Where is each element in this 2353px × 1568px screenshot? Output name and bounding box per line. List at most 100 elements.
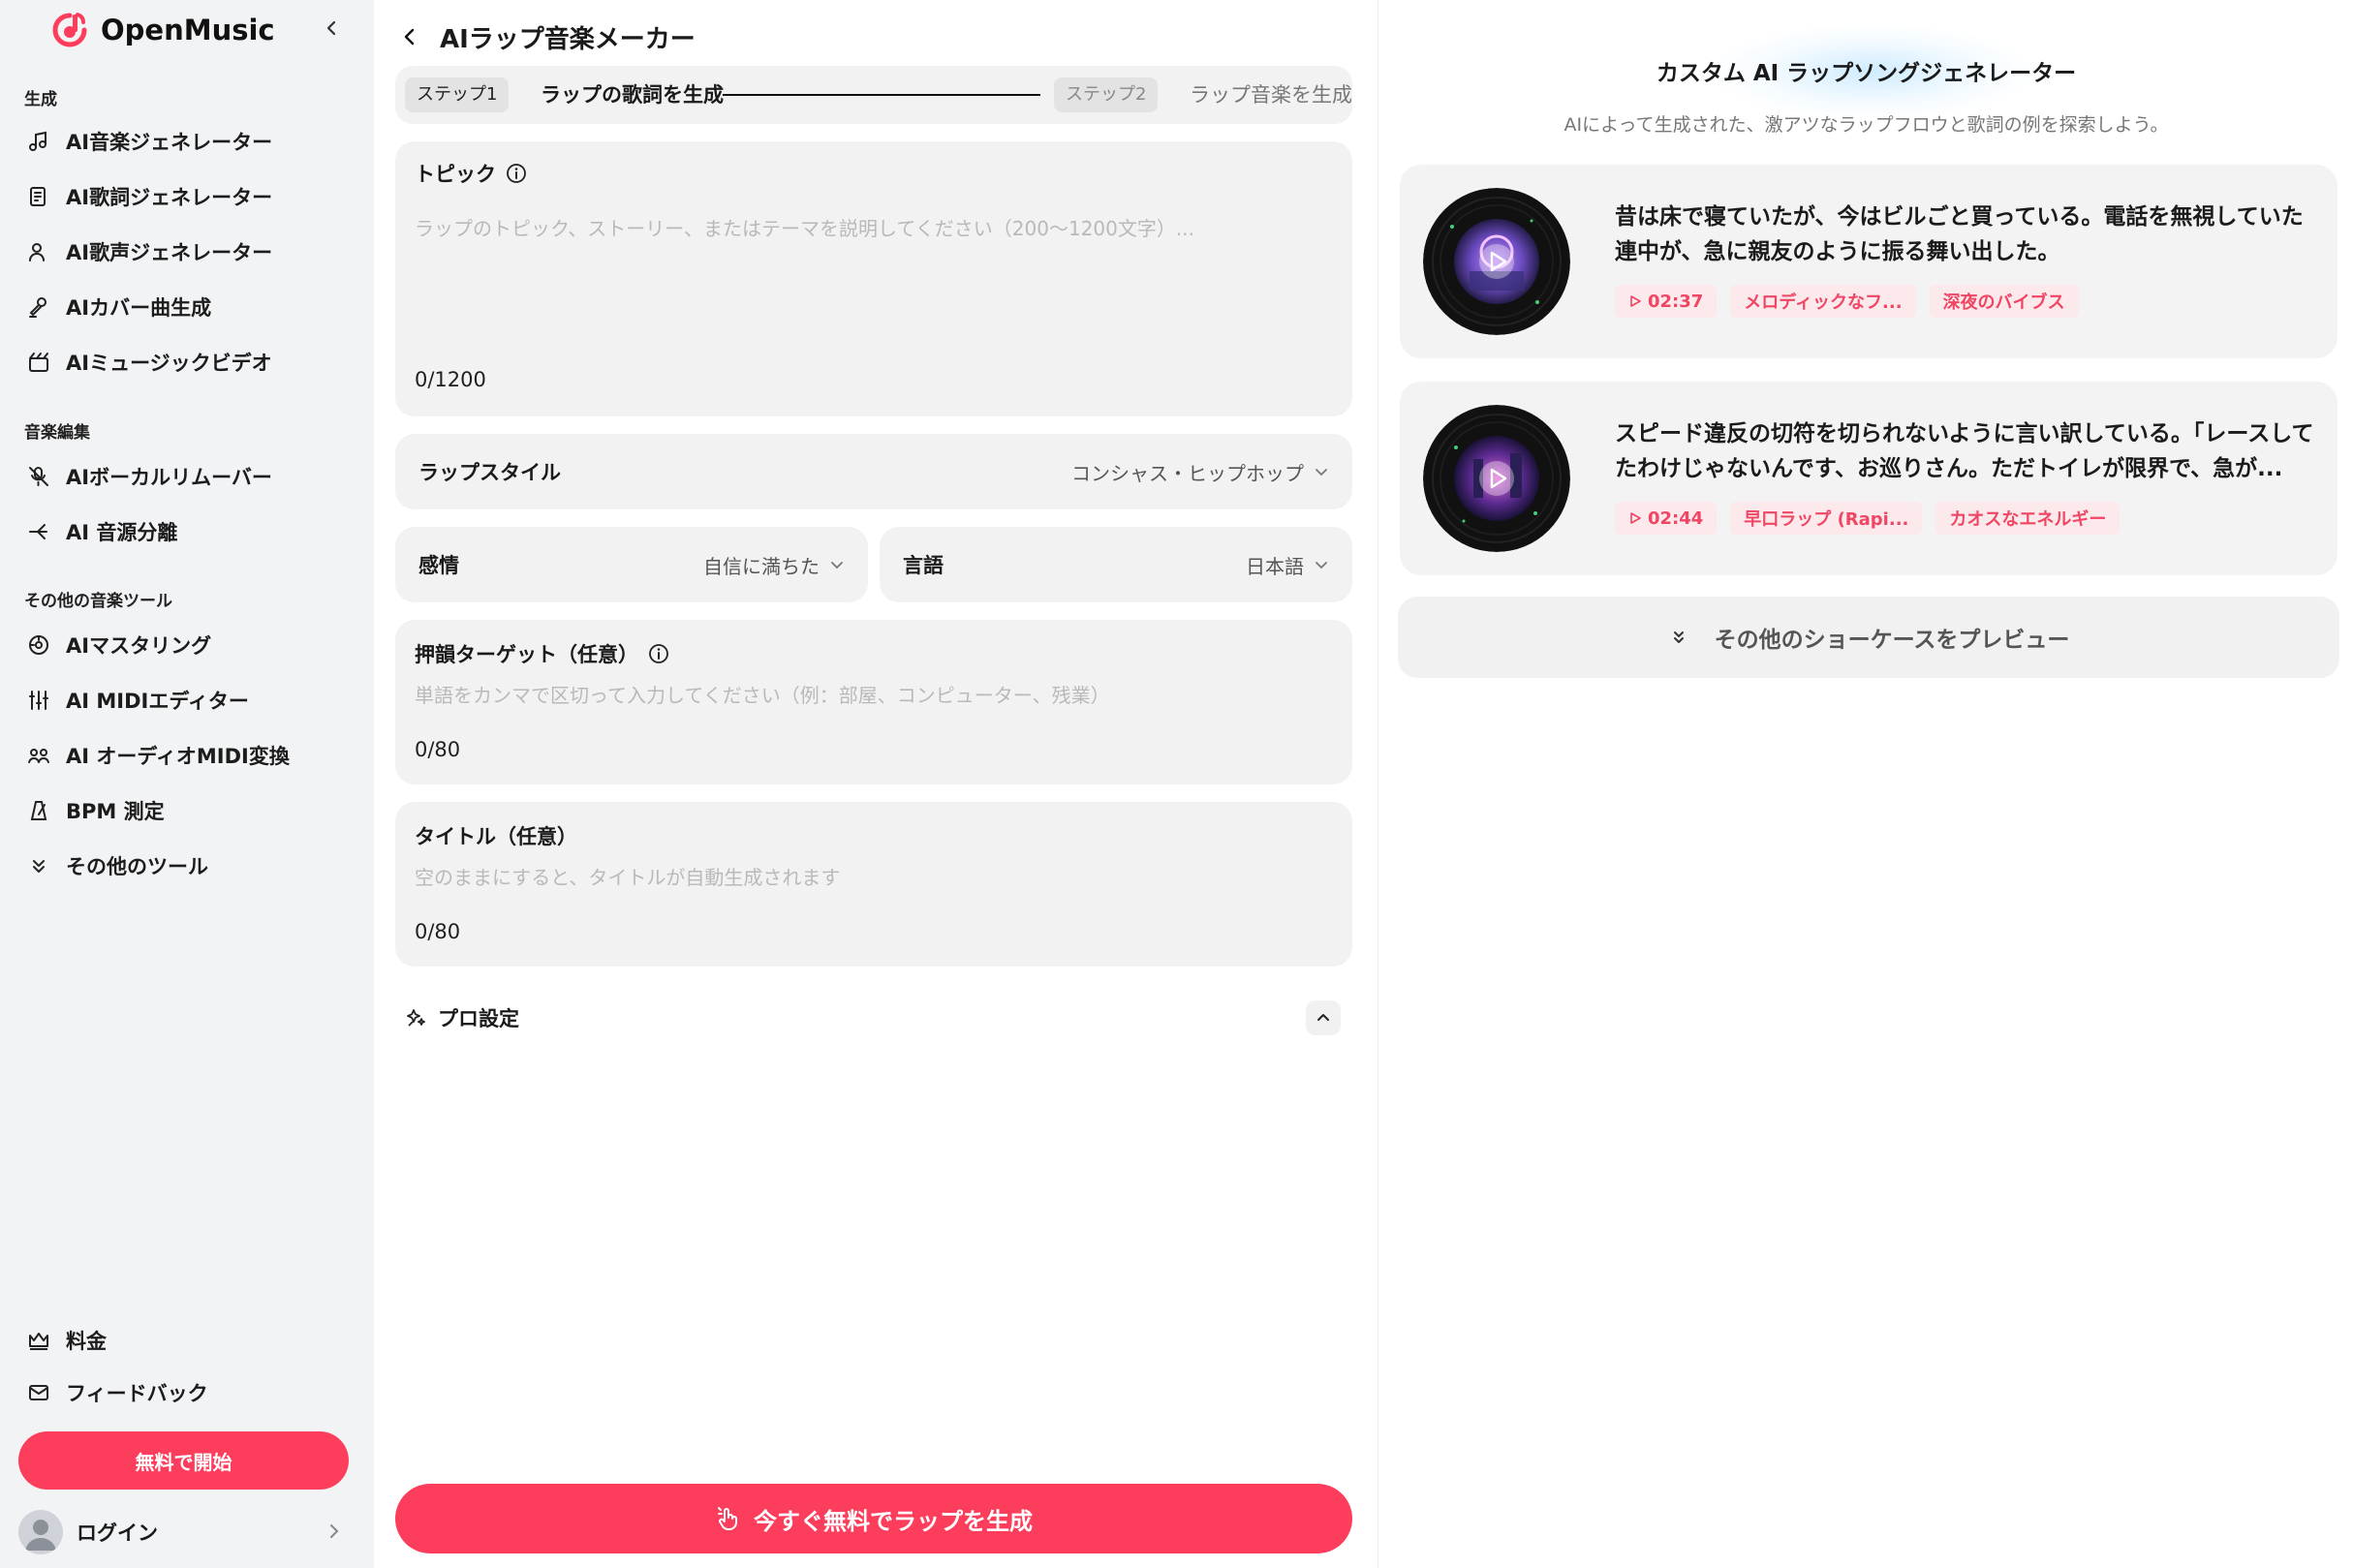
rap-style-value: コンシャス・ヒップホップ (1071, 461, 1304, 485)
album-disc[interactable] (1423, 188, 1570, 335)
section-other: その他の音楽ツール (24, 592, 172, 611)
rhyme-target-label: 押韻ターゲット（任意） (415, 643, 638, 666)
sidebar-item-pricing[interactable]: 料金 (19, 1317, 349, 1364)
sidebar-item-audio-midi[interactable]: AI オーディオMIDI変換 (19, 732, 349, 779)
rap-form-panel: AIラップ音楽メーカー ステップ1 ラップの歌詞を生成 ステップ2 ラップ音楽を… (374, 0, 1378, 1568)
album-disc[interactable] (1423, 405, 1570, 552)
crown-icon (23, 1325, 54, 1356)
sidebar-item-ai-voice[interactable]: AI歌声ジェネレーター (19, 229, 349, 275)
start-free-button[interactable]: 無料で開始 (18, 1431, 349, 1490)
play-outline-icon (1628, 511, 1642, 525)
sidebar-item-more-tools[interactable]: その他のツール (19, 843, 349, 889)
title-field[interactable]: タイトル（任意） 空のままにすると、タイトルが自動生成されます 0/80 (395, 802, 1352, 967)
showcase-title: カスタム AI ラップソングジェネレーター (1656, 61, 2077, 86)
brand-logo[interactable]: OpenMusic (50, 8, 275, 52)
avatar (18, 1510, 63, 1554)
step-connector (723, 94, 1040, 96)
showcase-panel: カスタム AI ラップソングジェネレーター AIによって生成された、激アツなラッ… (1378, 0, 2353, 1568)
sidebar-item-ai-music-video[interactable]: AIミュージックビデオ (19, 339, 349, 385)
collapse-sidebar-icon[interactable] (318, 14, 347, 43)
preview-more-label: その他のショーケースをプレビュー (1714, 628, 2070, 653)
generate-rap-button[interactable]: 今すぐ無料でラップを生成 (395, 1484, 1352, 1553)
openmusic-logo-icon (50, 11, 89, 49)
cover-icon (23, 292, 54, 323)
rhyme-target-field[interactable]: 押韻ターゲット（任意） 単語をカンマで区切って入力してください（例：部屋、コンピ… (395, 620, 1352, 784)
stepper: ステップ1 ラップの歌詞を生成 ステップ2 ラップ音楽を生成 (395, 66, 1352, 124)
sparkles-icon (405, 1006, 428, 1030)
info-icon[interactable] (506, 163, 527, 184)
login-label: ログイン (77, 1522, 158, 1545)
chevron-right-icon (325, 1522, 343, 1540)
topic-label: トピック (415, 163, 496, 186)
rap-style-select[interactable]: ラップスタイル コンシャス・ヒップホップ (395, 434, 1352, 509)
song-title: スピード違反の切符を切られないように言い訳している。「レースしてたわけじゃないん… (1615, 421, 2314, 481)
showcase-subtitle: AIによって生成された、激アツなラップフロウと歌詞の例を探索しよう。 (1564, 114, 2169, 136)
step2-badge[interactable]: ステップ2 (1054, 77, 1159, 112)
rap-style-label: ラップスタイル (418, 461, 561, 484)
section-edit: 音楽編集 (24, 423, 90, 443)
sidebar-item-bpm[interactable]: BPM 測定 (19, 787, 349, 834)
mastering-icon (23, 630, 54, 661)
pro-settings-row[interactable]: プロ設定 (395, 996, 1352, 1040)
emotion-value: 自信に満ちた (703, 554, 820, 578)
song-card[interactable]: スピード違反の切符を切られないように言い訳している。「レースしてたわけじゃないん… (1400, 382, 2338, 575)
metronome-icon (23, 795, 54, 826)
audio-midi-icon (23, 740, 54, 771)
sidebar-item-mastering[interactable]: AIマスタリング (19, 622, 349, 668)
duration-badge: 02:37 (1615, 285, 1718, 318)
sidebar-item-ai-music[interactable]: AI音楽ジェネレーター (19, 118, 349, 165)
generate-rap-label: 今すぐ無料でラップを生成 (754, 1507, 1033, 1535)
brand-name: OpenMusic (101, 14, 275, 46)
stem-split-icon (23, 516, 54, 547)
rhyme-target-counter: 0/80 (415, 738, 461, 761)
chevrons-down-icon (1668, 627, 1689, 648)
rhyme-target-placeholder: 単語をカンマで区切って入力してください（例：部屋、コンピューター、残業） (415, 684, 1110, 707)
sidebar-item-stem-split[interactable]: AI 音源分離 (19, 508, 349, 555)
language-value: 日本語 (1246, 554, 1304, 578)
emotion-label: 感情 (418, 554, 459, 577)
info-icon[interactable] (648, 643, 669, 664)
language-label: 言語 (903, 554, 944, 577)
login-row[interactable]: ログイン (18, 1509, 349, 1555)
video-icon (23, 347, 54, 378)
sidebar-item-midi-editor[interactable]: AI MIDIエディター (19, 677, 349, 723)
page-header: AIラップ音楽メーカー (399, 17, 696, 56)
genre-tag: 早口ラップ (Rapi... (1730, 502, 1923, 535)
section-generate: 生成 (24, 90, 57, 109)
chevron-down-icon (829, 557, 845, 572)
lyrics-icon (23, 181, 54, 212)
step1-badge[interactable]: ステップ1 (405, 77, 510, 112)
vocal-remover-icon (23, 461, 54, 492)
sidebar-item-ai-cover[interactable]: AIカバー曲生成 (19, 284, 349, 330)
song-card[interactable]: 昔は床で寝ていたが、今はビルごと買っている。電話を無視していた連中が、急に親友の… (1400, 165, 2338, 358)
mood-tag: カオスなエネルギー (1935, 502, 2121, 535)
chevron-down-icon (1314, 557, 1329, 572)
duration-badge: 02:44 (1615, 502, 1718, 535)
title-label: タイトル（任意） (415, 825, 577, 848)
chevrons-down-icon (23, 850, 54, 881)
topic-placeholder: ラップのトピック、ストーリー、またはテーマを説明してください（200〜1200文… (415, 217, 1194, 240)
back-arrow-icon[interactable] (399, 26, 420, 47)
topic-field[interactable]: トピック ラップのトピック、ストーリー、またはテーマを説明してください（200〜… (395, 141, 1352, 416)
step2-label[interactable]: ラップ音楽を生成 (1190, 79, 1352, 108)
chevron-up-icon[interactable] (1306, 1000, 1341, 1035)
voice-icon (23, 236, 54, 267)
sidebar-item-ai-lyrics[interactable]: AI歌詞ジェネレーター (19, 173, 349, 220)
title-placeholder: 空のままにすると、タイトルが自動生成されます (415, 866, 841, 889)
topic-counter: 0/1200 (415, 368, 486, 391)
step1-label[interactable]: ラップの歌詞を生成 (541, 79, 724, 108)
song-title: 昔は床で寝ていたが、今はビルごと買っている。電話を無視していた連中が、急に親友の… (1615, 204, 2304, 264)
midi-icon (23, 685, 54, 716)
preview-more-button[interactable]: その他のショーケースをプレビュー (1398, 597, 2339, 678)
play-outline-icon (1628, 294, 1642, 308)
mail-icon (23, 1377, 54, 1408)
mood-tag: 深夜のバイブス (1929, 285, 2079, 318)
language-select[interactable]: 言語 日本語 (880, 527, 1352, 602)
tap-hand-icon (715, 1506, 740, 1531)
sidebar-item-feedback[interactable]: フィードバック (19, 1369, 349, 1416)
emotion-select[interactable]: 感情 自信に満ちた (395, 527, 868, 602)
title-counter: 0/80 (415, 920, 461, 943)
music-note-icon (23, 126, 54, 157)
sidebar-item-vocal-remover[interactable]: AIボーカルリムーバー (19, 453, 349, 500)
genre-tag: メロディックなフ... (1730, 285, 1916, 318)
